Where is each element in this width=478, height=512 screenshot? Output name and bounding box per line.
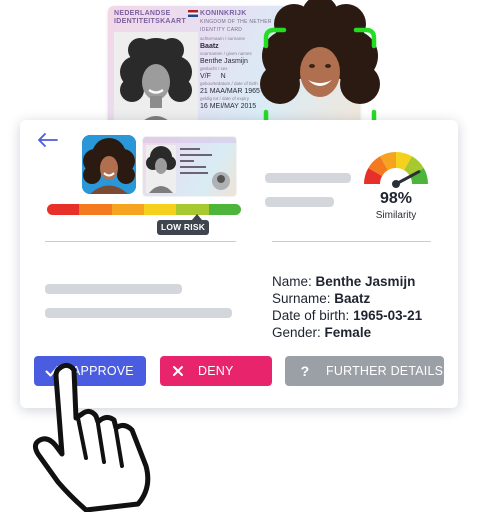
id-card-expiry: 16 MEI/MAY 2015	[200, 103, 257, 110]
placeholder-line	[265, 173, 351, 183]
further-details-button[interactable]: ? FURTHER DETAILS	[285, 356, 444, 386]
risk-segment	[208, 204, 241, 215]
dob-value: 1965-03-21	[353, 308, 423, 323]
name-row: Name: Benthe Jasmijn	[272, 274, 416, 289]
id-card-fields: achternaam / surname Baatz voornamen / g…	[200, 36, 260, 110]
surname-value: Baatz	[334, 291, 371, 306]
deny-button[interactable]: DENY	[160, 356, 272, 386]
id-card-given-names: Benthe Jasmijn	[200, 58, 248, 65]
question-icon: ?	[300, 363, 310, 379]
id-card-surname: Baatz	[200, 43, 219, 50]
similarity-gauge	[364, 152, 428, 188]
face-scan	[260, 0, 380, 131]
similarity-value: 98%	[379, 190, 413, 207]
person-details: Name: Benthe Jasmijn Surname: Baatz Date…	[272, 273, 422, 341]
deny-label: DENY	[198, 364, 234, 378]
placeholder-line	[265, 197, 334, 207]
risk-segment	[143, 204, 177, 215]
id-card-type: IDENTITEITSKAART	[114, 18, 187, 25]
dob-row: Date of birth: 1965-03-21	[272, 308, 423, 323]
further-details-label: FURTHER DETAILS	[326, 364, 444, 378]
gender-value: Female	[324, 325, 372, 340]
id-card-sex: V/F	[200, 73, 211, 80]
arrow-left-icon[interactable]	[36, 132, 58, 148]
risk-segment	[47, 204, 80, 215]
id-card-country: NEDERLANDSE	[114, 10, 171, 17]
divider-right-top	[272, 241, 431, 242]
id-card-dob: 21 MAA/MAR 1965	[200, 88, 260, 95]
divider-left-top	[45, 241, 236, 242]
risk-segment	[79, 204, 112, 215]
id-card-thumbnail[interactable]	[143, 137, 236, 196]
flag-icon	[188, 10, 198, 17]
similarity-label: Similarity	[375, 210, 417, 221]
risk-segment	[111, 204, 144, 215]
close-icon	[173, 366, 183, 376]
selfie-thumbnail[interactable]	[82, 135, 136, 194]
surname-row: Surname: Baatz	[272, 291, 371, 306]
id-card-photo	[114, 32, 198, 130]
risk-scale-bar	[47, 204, 241, 215]
placeholder-line	[45, 308, 232, 318]
hand-pointer-icon	[32, 362, 151, 512]
placeholder-line	[45, 284, 182, 294]
gauge-hub	[392, 180, 400, 188]
risk-badge: LOW RISK	[157, 220, 209, 235]
id-card-thumbnail-image	[143, 137, 236, 193]
gender-row: Gender: Female	[272, 325, 372, 340]
name-value: Benthe Jasmijn	[315, 274, 416, 289]
id-card-nationality: N	[220, 73, 226, 80]
